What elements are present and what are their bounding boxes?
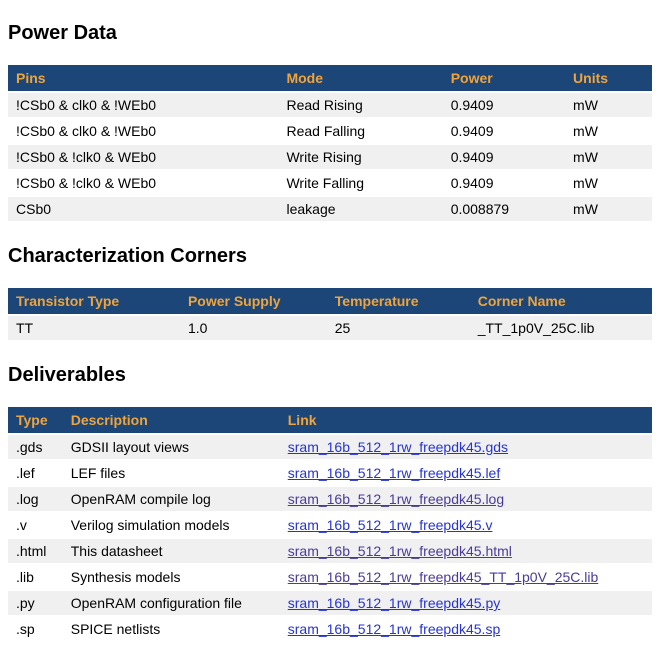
table-row: TT 1.0 25 _TT_1p0V_25C.lib (8, 316, 652, 340)
column-header-power-supply: Power Supply (180, 288, 327, 314)
cell-units: mW (565, 119, 652, 143)
power-data-header-row: Pins Mode Power Units (8, 65, 652, 91)
cell-description: OpenRAM configuration file (63, 591, 280, 615)
cell-power: 0.008879 (443, 197, 565, 221)
column-header-corner-name: Corner Name (470, 288, 652, 314)
column-header-mode: Mode (278, 65, 442, 91)
table-row: .gds GDSII layout views sram_16b_512_1rw… (8, 435, 652, 459)
cell-link: sram_16b_512_1rw_freepdk45.html (280, 539, 652, 563)
cell-pins: !CSb0 & !clk0 & WEb0 (8, 171, 278, 195)
deliverable-link-lef[interactable]: sram_16b_512_1rw_freepdk45.lef (288, 465, 500, 481)
characterization-corners-table: Transistor Type Power Supply Temperature… (8, 286, 652, 342)
cell-description: Synthesis models (63, 565, 280, 589)
cell-link: sram_16b_512_1rw_freepdk45_TT_1p0V_25C.l… (280, 565, 652, 589)
table-row: .sp SPICE netlists sram_16b_512_1rw_free… (8, 617, 652, 641)
corners-header-row: Transistor Type Power Supply Temperature… (8, 288, 652, 314)
table-row: !CSb0 & clk0 & !WEb0 Read Rising 0.9409 … (8, 93, 652, 117)
cell-mode: Write Falling (278, 171, 442, 195)
section-title-power-data: Power Data (8, 22, 652, 45)
cell-type: .lib (8, 565, 63, 589)
column-header-units: Units (565, 65, 652, 91)
cell-type: .sp (8, 617, 63, 641)
cell-pins: !CSb0 & !clk0 & WEb0 (8, 145, 278, 169)
table-row: !CSb0 & !clk0 & WEb0 Write Falling 0.940… (8, 171, 652, 195)
cell-power: 0.9409 (443, 119, 565, 143)
table-row: .py OpenRAM configuration file sram_16b_… (8, 591, 652, 615)
deliverable-link-py[interactable]: sram_16b_512_1rw_freepdk45.py (288, 595, 500, 611)
cell-link: sram_16b_512_1rw_freepdk45.v (280, 513, 652, 537)
column-header-transistor-type: Transistor Type (8, 288, 180, 314)
deliverables-header-row: Type Description Link (8, 407, 652, 433)
deliverable-link-gds[interactable]: sram_16b_512_1rw_freepdk45.gds (288, 439, 508, 455)
cell-description: This datasheet (63, 539, 280, 563)
cell-link: sram_16b_512_1rw_freepdk45.lef (280, 461, 652, 485)
cell-description: OpenRAM compile log (63, 487, 280, 511)
deliverable-link-lib[interactable]: sram_16b_512_1rw_freepdk45_TT_1p0V_25C.l… (288, 569, 599, 585)
cell-type: .log (8, 487, 63, 511)
table-row: .lef LEF files sram_16b_512_1rw_freepdk4… (8, 461, 652, 485)
cell-corner-name: _TT_1p0V_25C.lib (470, 316, 652, 340)
deliverable-link-log[interactable]: sram_16b_512_1rw_freepdk45.log (288, 491, 504, 507)
table-row: !CSb0 & clk0 & !WEb0 Read Falling 0.9409… (8, 119, 652, 143)
cell-description: SPICE netlists (63, 617, 280, 641)
deliverable-link-sp[interactable]: sram_16b_512_1rw_freepdk45.sp (288, 621, 500, 637)
cell-units: mW (565, 197, 652, 221)
cell-type: .gds (8, 435, 63, 459)
column-header-power: Power (443, 65, 565, 91)
deliverables-table: Type Description Link .gds GDSII layout … (8, 405, 652, 643)
cell-transistor-type: TT (8, 316, 180, 340)
cell-power: 0.9409 (443, 145, 565, 169)
cell-type: .py (8, 591, 63, 615)
cell-mode: Read Falling (278, 119, 442, 143)
cell-pins: !CSb0 & clk0 & !WEb0 (8, 119, 278, 143)
section-title-characterization-corners: Characterization Corners (8, 245, 652, 268)
deliverable-link-html[interactable]: sram_16b_512_1rw_freepdk45.html (288, 543, 512, 559)
cell-mode: leakage (278, 197, 442, 221)
cell-units: mW (565, 93, 652, 117)
table-row: CSb0 leakage 0.008879 mW (8, 197, 652, 221)
cell-temperature: 25 (327, 316, 470, 340)
cell-description: LEF files (63, 461, 280, 485)
cell-description: GDSII layout views (63, 435, 280, 459)
deliverable-link-v[interactable]: sram_16b_512_1rw_freepdk45.v (288, 517, 493, 533)
cell-power: 0.9409 (443, 171, 565, 195)
table-row: .log OpenRAM compile log sram_16b_512_1r… (8, 487, 652, 511)
section-title-deliverables: Deliverables (8, 364, 652, 387)
column-header-link: Link (280, 407, 652, 433)
cell-units: mW (565, 171, 652, 195)
cell-power: 0.9409 (443, 93, 565, 117)
table-row: !CSb0 & !clk0 & WEb0 Write Rising 0.9409… (8, 145, 652, 169)
cell-link: sram_16b_512_1rw_freepdk45.sp (280, 617, 652, 641)
column-header-description: Description (63, 407, 280, 433)
cell-mode: Write Rising (278, 145, 442, 169)
cell-link: sram_16b_512_1rw_freepdk45.py (280, 591, 652, 615)
column-header-type: Type (8, 407, 63, 433)
cell-power-supply: 1.0 (180, 316, 327, 340)
column-header-pins: Pins (8, 65, 278, 91)
cell-pins: !CSb0 & clk0 & !WEb0 (8, 93, 278, 117)
column-header-temperature: Temperature (327, 288, 470, 314)
cell-pins: CSb0 (8, 197, 278, 221)
cell-type: .html (8, 539, 63, 563)
cell-units: mW (565, 145, 652, 169)
cell-link: sram_16b_512_1rw_freepdk45.log (280, 487, 652, 511)
table-row: .v Verilog simulation models sram_16b_51… (8, 513, 652, 537)
cell-description: Verilog simulation models (63, 513, 280, 537)
cell-type: .v (8, 513, 63, 537)
cell-type: .lef (8, 461, 63, 485)
table-row: .lib Synthesis models sram_16b_512_1rw_f… (8, 565, 652, 589)
cell-mode: Read Rising (278, 93, 442, 117)
power-data-table: Pins Mode Power Units !CSb0 & clk0 & !WE… (8, 63, 652, 223)
cell-link: sram_16b_512_1rw_freepdk45.gds (280, 435, 652, 459)
table-row: .html This datasheet sram_16b_512_1rw_fr… (8, 539, 652, 563)
